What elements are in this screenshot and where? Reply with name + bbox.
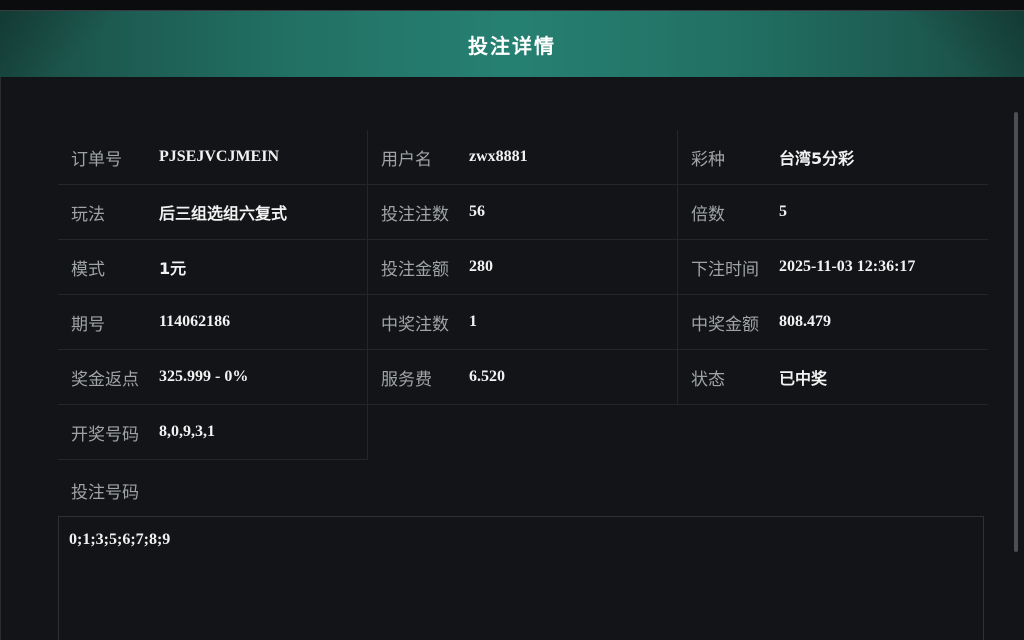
detail-value: zwx8881 bbox=[469, 148, 528, 165]
header-decoration-left bbox=[0, 11, 140, 77]
bet-numbers-box[interactable]: 0;1;3;5;6;7;8;9 bbox=[58, 516, 984, 640]
detail-value: 6.520 bbox=[469, 368, 505, 385]
detail-label: 中奖金额 bbox=[691, 314, 759, 335]
detail-lottery: 彩种 台湾5分彩 bbox=[678, 130, 988, 185]
detail-value: 808.479 bbox=[779, 313, 831, 330]
detail-service-fee: 服务费 6.520 bbox=[368, 350, 678, 405]
detail-value: 56 bbox=[469, 203, 485, 220]
detail-value: 2025-11-03 12:36:17 bbox=[779, 258, 916, 275]
details-row: 模式 1元 投注金额 280 下注时间 2025-11-03 12:36:17 bbox=[58, 240, 988, 295]
details-row: 玩法 后三组选组六复式 投注注数 56 倍数 5 bbox=[58, 185, 988, 240]
details-row: 奖金返点 325.999 - 0% 服务费 6.520 状态 已中奖 bbox=[58, 350, 988, 405]
details-grid: 订单号 PJSEJVCJMEIN 用户名 zwx8881 彩种 台湾5分彩 玩法… bbox=[58, 130, 988, 460]
detail-label: 投注金额 bbox=[381, 259, 449, 280]
detail-draw-numbers: 开奖号码 8,0,9,3,1 bbox=[58, 405, 368, 460]
scrollbar[interactable] bbox=[1014, 112, 1018, 552]
bet-numbers-value: 0;1;3;5;6;7;8;9 bbox=[69, 531, 171, 548]
detail-label: 开奖号码 bbox=[71, 424, 139, 445]
bet-numbers-label: 投注号码 bbox=[71, 483, 139, 503]
detail-label: 用户名 bbox=[381, 149, 432, 170]
empty-cell bbox=[368, 405, 678, 460]
detail-value: 台湾5分彩 bbox=[779, 149, 855, 168]
detail-status: 状态 已中奖 bbox=[678, 350, 988, 405]
detail-win-amount: 中奖金额 808.479 bbox=[678, 295, 988, 350]
empty-cell bbox=[678, 405, 988, 460]
detail-label: 投注注数 bbox=[381, 204, 449, 225]
detail-label: 订单号 bbox=[71, 149, 122, 170]
detail-value: 8,0,9,3,1 bbox=[159, 423, 215, 440]
detail-value: 5 bbox=[779, 203, 787, 220]
dialog-title: 投注详情 bbox=[468, 33, 556, 58]
detail-win-count: 中奖注数 1 bbox=[368, 295, 678, 350]
detail-value: 325.999 - 0% bbox=[159, 368, 249, 385]
header-decoration-right bbox=[884, 11, 1024, 77]
top-border bbox=[0, 0, 1024, 11]
details-row: 订单号 PJSEJVCJMEIN 用户名 zwx8881 彩种 台湾5分彩 bbox=[58, 130, 988, 185]
detail-label: 状态 bbox=[691, 369, 725, 390]
detail-label: 奖金返点 bbox=[71, 369, 139, 390]
detail-username: 用户名 zwx8881 bbox=[368, 130, 678, 185]
detail-value: 1 bbox=[469, 313, 477, 330]
detail-value: 114062186 bbox=[159, 313, 231, 330]
detail-bet-count: 投注注数 56 bbox=[368, 185, 678, 240]
details-row: 期号 114062186 中奖注数 1 中奖金额 808.479 bbox=[58, 295, 988, 350]
detail-value: PJSEJVCJMEIN bbox=[159, 148, 280, 165]
detail-label: 彩种 bbox=[691, 149, 725, 170]
detail-value: 1元 bbox=[159, 259, 187, 278]
detail-label: 模式 bbox=[71, 259, 105, 280]
detail-multiple: 倍数 5 bbox=[678, 185, 988, 240]
details-row: 开奖号码 8,0,9,3,1 bbox=[58, 405, 988, 460]
detail-label: 服务费 bbox=[381, 369, 432, 390]
detail-play: 玩法 后三组选组六复式 bbox=[58, 185, 368, 240]
detail-order-no: 订单号 PJSEJVCJMEIN bbox=[58, 130, 368, 185]
detail-bet-amount: 投注金额 280 bbox=[368, 240, 678, 295]
detail-label: 期号 bbox=[71, 314, 105, 335]
detail-rebate: 奖金返点 325.999 - 0% bbox=[58, 350, 368, 405]
detail-label: 下注时间 bbox=[691, 259, 759, 280]
detail-label: 中奖注数 bbox=[381, 314, 449, 335]
detail-value: 后三组选组六复式 bbox=[159, 204, 288, 223]
detail-issue: 期号 114062186 bbox=[58, 295, 368, 350]
detail-label: 倍数 bbox=[691, 204, 725, 225]
detail-value: 280 bbox=[469, 258, 493, 275]
status-badge: 已中奖 bbox=[779, 369, 828, 388]
detail-label: 玩法 bbox=[71, 204, 105, 225]
detail-mode: 模式 1元 bbox=[58, 240, 368, 295]
panel-left-border bbox=[0, 77, 1, 640]
detail-bet-time: 下注时间 2025-11-03 12:36:17 bbox=[678, 240, 988, 295]
dialog-header: 投注详情 bbox=[0, 11, 1024, 77]
